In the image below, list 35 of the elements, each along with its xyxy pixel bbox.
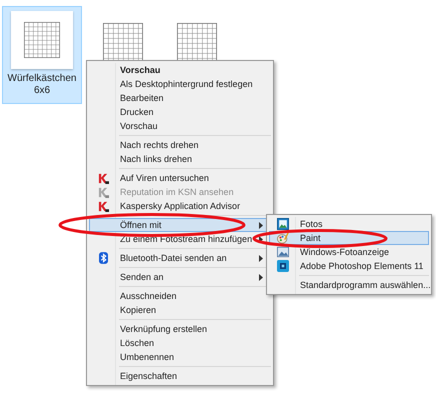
menu-item[interactable]: Ausschneiden (89, 289, 271, 303)
menu-item[interactable]: Kaspersky Application Advisor (89, 199, 271, 213)
k-logo-icon (98, 200, 108, 212)
grid-picture (177, 23, 217, 63)
menu-item[interactable]: Nach rechts drehen (89, 138, 271, 152)
menu-item[interactable]: Bluetooth-Datei senden an (89, 251, 271, 265)
grid-picture (103, 23, 143, 63)
picture-icon (277, 246, 289, 258)
k-logo-icon (98, 186, 108, 198)
palette-icon (277, 232, 289, 244)
menu-item[interactable]: Nach links drehen (89, 152, 271, 166)
menu-item[interactable]: Umbenennen (89, 350, 271, 364)
menu-item[interactable]: Als Desktophintergrund festlegen (89, 77, 271, 91)
menu-item[interactable]: Eigenschaften (89, 369, 271, 383)
menu-item[interactable]: Löschen (89, 336, 271, 350)
menu-item[interactable]: Drucken (89, 105, 271, 119)
menu-item[interactable]: Standardprogramm auswählen... (269, 278, 429, 292)
menu-item[interactable]: Senden an (89, 270, 271, 284)
menu-item[interactable]: Vorschau (89, 119, 271, 133)
menu-item[interactable]: Vorschau (89, 63, 271, 77)
menu-item[interactable]: Adobe Photoshop Elements 11 (269, 259, 429, 273)
menu-item[interactable]: Verknüpfung erstellen (89, 322, 271, 336)
square-app-icon (277, 260, 289, 272)
menu-item[interactable]: Zu einem Fotostream hinzufügen (89, 232, 271, 246)
menu-item[interactable]: Windows-Fotoanzeige (269, 245, 429, 259)
menu-item[interactable]: Fotos (269, 217, 429, 231)
menu-item[interactable]: Bearbeiten (89, 91, 271, 105)
menu-item[interactable]: Auf Viren untersuchen (89, 171, 271, 185)
k-logo-icon (98, 172, 108, 184)
file-item[interactable]: Würfelkästchen 6x6 (2, 6, 82, 104)
grid-picture (24, 22, 60, 58)
file-name: Würfelkästchen 6x6 (6, 73, 78, 97)
picture-icon (277, 218, 289, 230)
menu-item[interactable]: Kopieren (89, 303, 271, 317)
bluetooth-icon (98, 252, 108, 264)
